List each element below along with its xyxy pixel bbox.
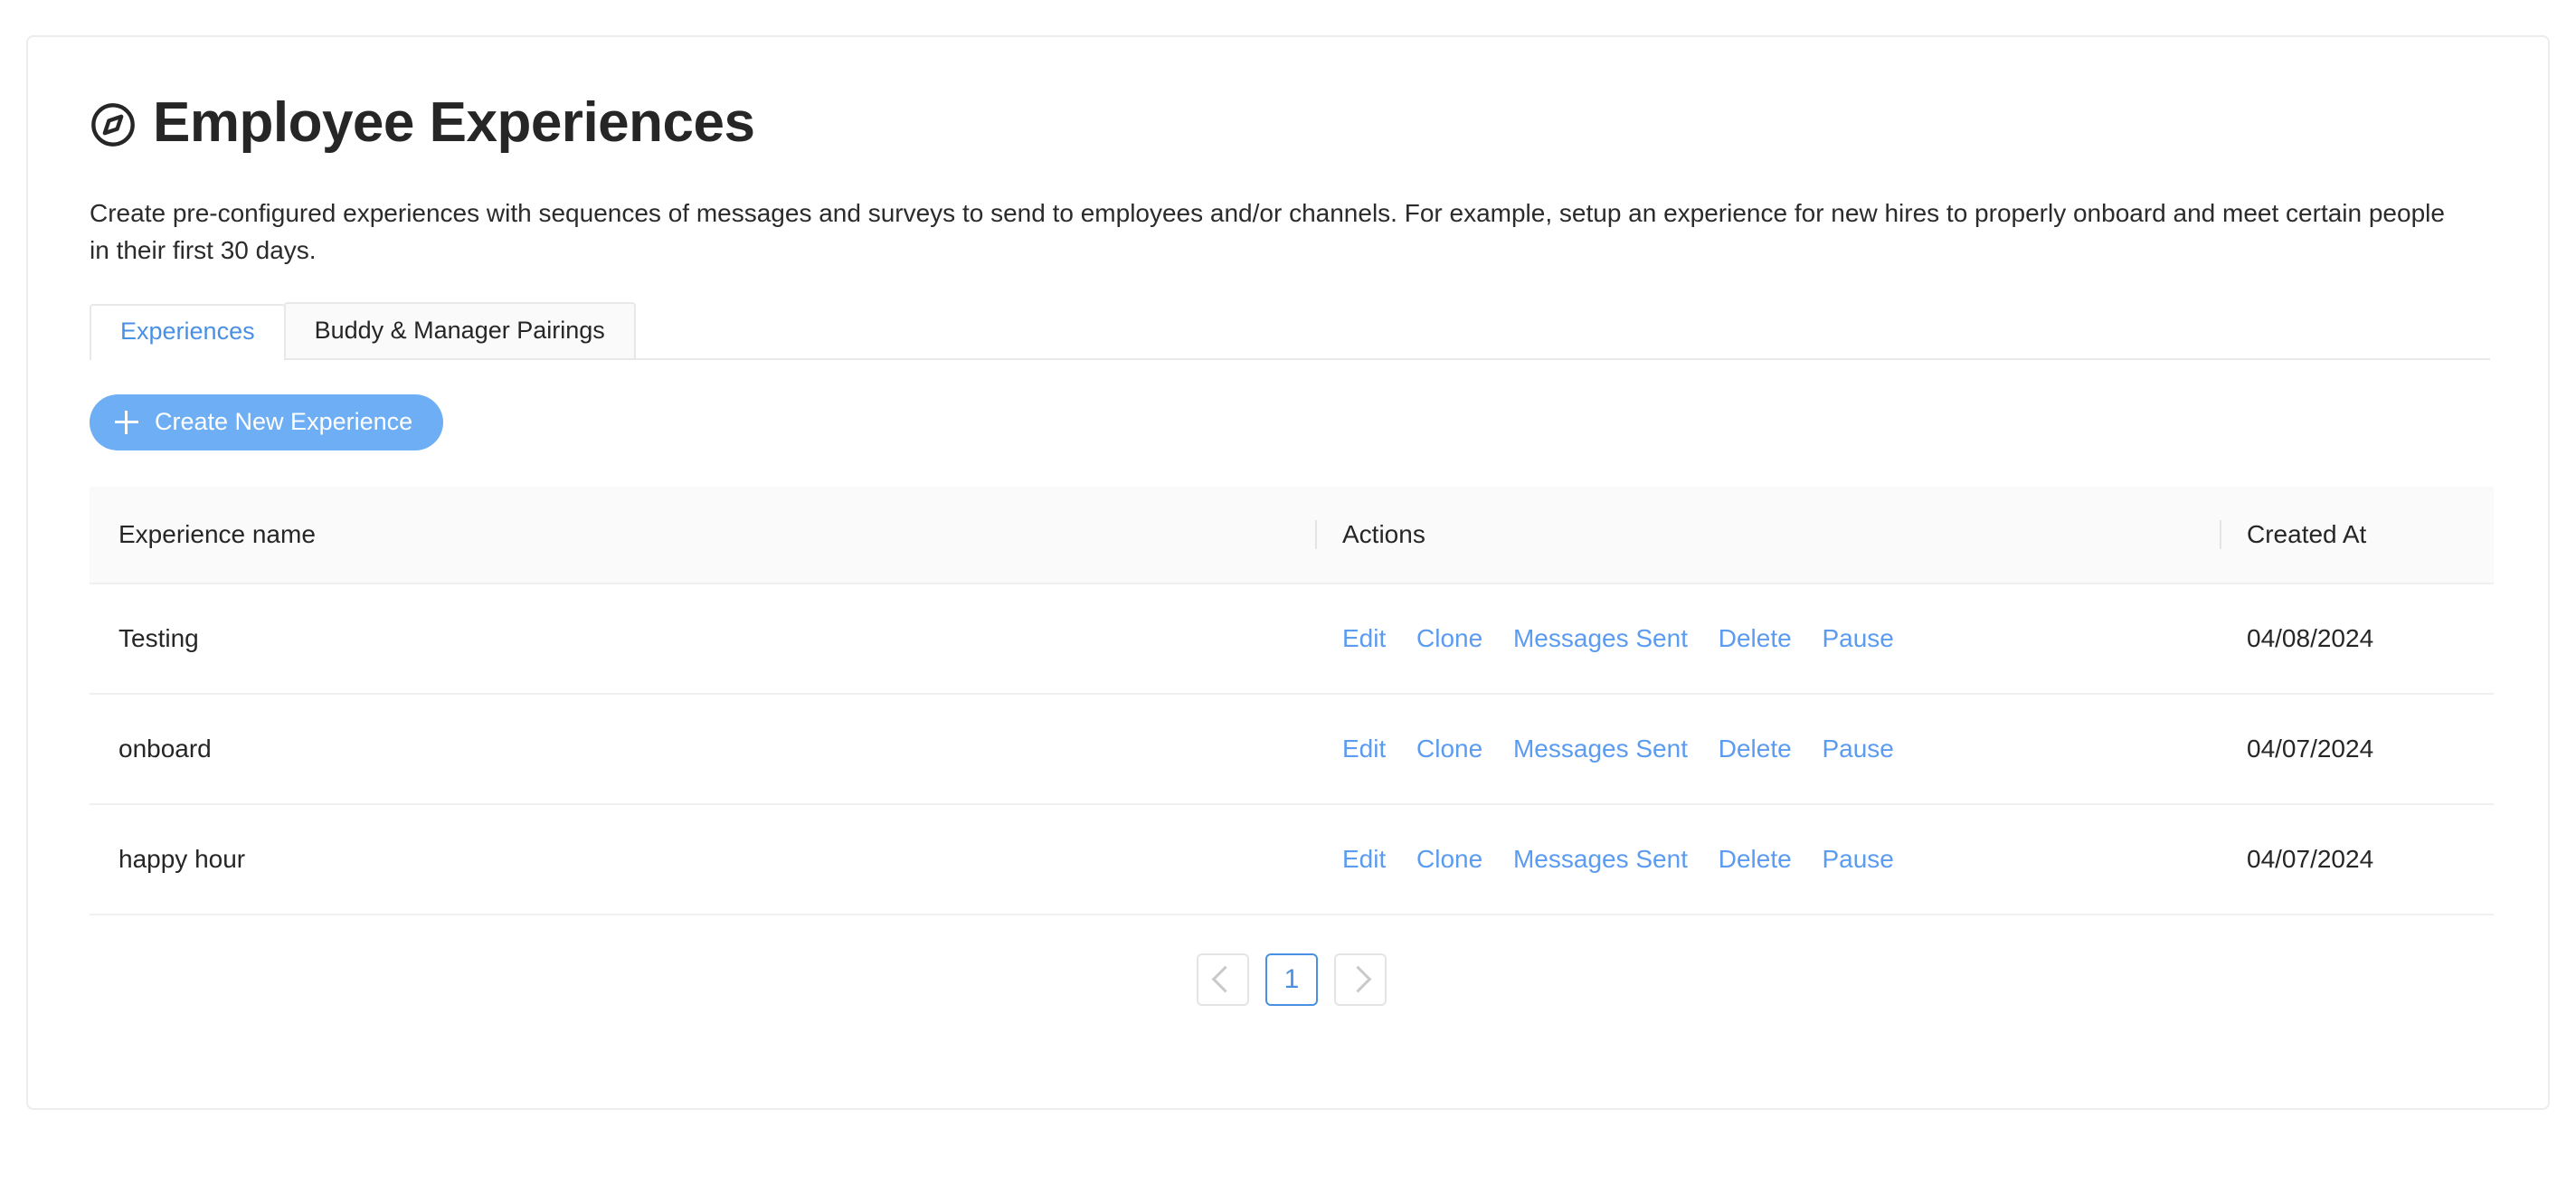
action-delete[interactable]: Delete	[1719, 735, 1792, 763]
table-header: Experience name Actions Created At	[90, 486, 2494, 584]
table-row: happy hour Edit Clone Messages Sent Dele…	[90, 803, 2494, 915]
pagination-next-button[interactable]	[1334, 953, 1387, 1006]
action-clone[interactable]: Clone	[1416, 735, 1482, 763]
action-delete[interactable]: Delete	[1719, 624, 1792, 652]
create-new-experience-button[interactable]: Create New Experience	[90, 393, 444, 450]
column-divider	[2220, 519, 2221, 549]
action-messages-sent[interactable]: Messages Sent	[1513, 735, 1688, 763]
cell-actions: Edit Clone Messages Sent Delete Pause	[1315, 693, 2220, 805]
column-header-actions-label: Actions	[1342, 519, 1425, 548]
table-body: Testing Edit Clone Messages Sent Delete …	[90, 583, 2494, 915]
create-new-experience-label: Create New Experience	[155, 408, 413, 436]
action-edit[interactable]: Edit	[1342, 735, 1386, 763]
column-header-actions: Actions	[1315, 486, 2220, 584]
tab-bar: Experiences Buddy & Manager Pairings	[90, 301, 2490, 360]
card-inner: Employee Experiences Create pre-configur…	[28, 37, 2548, 1006]
action-messages-sent[interactable]: Messages Sent	[1513, 845, 1688, 873]
chevron-right-icon	[1344, 966, 1372, 993]
page-header: Employee Experiences	[90, 84, 2490, 162]
column-header-experience-name-label: Experience name	[118, 519, 316, 548]
cell-actions: Edit Clone Messages Sent Delete Pause	[1315, 803, 2220, 915]
tab-experiences-label: Experiences	[120, 318, 255, 346]
cell-experience-name: Testing	[90, 583, 1315, 695]
plus-icon	[115, 410, 138, 434]
tab-buddy-manager-pairings-label: Buddy & Manager Pairings	[314, 317, 605, 345]
action-edit[interactable]: Edit	[1342, 624, 1386, 652]
page-description: Create pre-configured experiences with s…	[90, 199, 2445, 265]
cell-experience-name: happy hour	[90, 803, 1315, 915]
page-root: Employee Experiences Create pre-configur…	[0, 0, 2576, 1185]
pagination-prev-button[interactable]	[1197, 953, 1249, 1006]
pagination-page-1-button[interactable]: 1	[1265, 953, 1318, 1006]
action-pause[interactable]: Pause	[1822, 845, 1893, 873]
table-row: onboard Edit Clone Messages Sent Delete …	[90, 693, 2494, 805]
cell-created-at: 04/07/2024	[2220, 803, 2494, 915]
action-clone[interactable]: Clone	[1416, 624, 1482, 652]
column-divider	[1315, 519, 1317, 549]
tab-experiences[interactable]: Experiences	[90, 303, 286, 360]
chevron-left-icon	[1211, 966, 1239, 993]
experiences-table: Experience name Actions Created At Testi…	[90, 486, 2494, 915]
tab-buddy-manager-pairings[interactable]: Buddy & Manager Pairings	[283, 301, 636, 358]
pagination: 1	[90, 953, 2494, 1006]
table-header-row: Experience name Actions Created At	[90, 486, 2494, 584]
column-header-created-at-label: Created At	[2247, 519, 2367, 548]
action-pause[interactable]: Pause	[1822, 624, 1893, 652]
action-pause[interactable]: Pause	[1822, 735, 1893, 763]
action-edit[interactable]: Edit	[1342, 845, 1386, 873]
action-delete[interactable]: Delete	[1719, 845, 1792, 873]
compass-icon	[91, 103, 135, 147]
cell-experience-name: onboard	[90, 693, 1315, 805]
cell-created-at: 04/08/2024	[2220, 583, 2494, 695]
column-header-created-at: Created At	[2220, 486, 2494, 584]
table-row: Testing Edit Clone Messages Sent Delete …	[90, 583, 2494, 695]
content-card: Employee Experiences Create pre-configur…	[26, 35, 2550, 1110]
page-title: Employee Experiences	[153, 91, 755, 154]
cell-actions: Edit Clone Messages Sent Delete Pause	[1315, 583, 2220, 695]
cell-created-at: 04/07/2024	[2220, 693, 2494, 805]
action-messages-sent[interactable]: Messages Sent	[1513, 624, 1688, 652]
action-clone[interactable]: Clone	[1416, 845, 1482, 873]
column-header-experience-name: Experience name	[90, 486, 1315, 584]
